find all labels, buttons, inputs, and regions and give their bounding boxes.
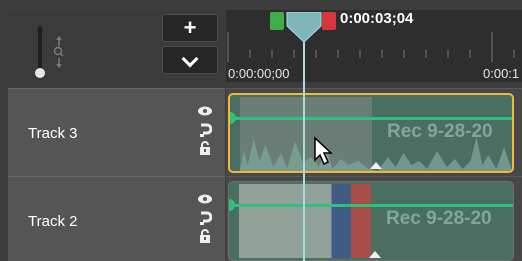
add-track-button[interactable]: + (162, 14, 218, 42)
selection-start-marker[interactable] (270, 12, 284, 30)
clip-label: Rec 9-28-20 (386, 208, 492, 229)
eye-icon[interactable] (194, 105, 216, 123)
clip-label: Rec 9-28-20 (387, 121, 493, 142)
volume-keyframe-handle[interactable] (230, 112, 236, 124)
timeline-header-controls: + (8, 10, 225, 80)
unlink-icon[interactable] (194, 211, 216, 229)
volume-keyframe-handle[interactable] (229, 199, 235, 211)
ruler-label-start: 0:00:00;00 (228, 66, 290, 81)
eye-icon[interactable] (194, 193, 216, 211)
track-controls (194, 193, 216, 247)
mouse-cursor-icon (314, 136, 333, 166)
track-lane-3[interactable]: Rec 9-28-20 (226, 88, 522, 176)
zoom-icon (52, 36, 66, 68)
collapse-tracks-button[interactable] (162, 46, 218, 74)
chevron-down-icon (181, 50, 199, 68)
audio-volume-line[interactable] (230, 117, 512, 120)
zoom-slider-handle[interactable] (35, 68, 45, 78)
clip-expand-handle[interactable] (370, 162, 382, 169)
lock-icon[interactable] (194, 229, 216, 247)
clip-expand-handle[interactable] (369, 251, 381, 258)
track-header-3[interactable]: Track 3 (8, 88, 225, 176)
playhead-line[interactable] (303, 30, 305, 261)
ruler-label-end: 0:00:1 (483, 66, 520, 81)
audio-volume-line[interactable] (229, 204, 513, 207)
track-header-2[interactable]: Track 2 (8, 176, 225, 261)
track-lane-2[interactable]: Rec 9-28-20 (226, 176, 522, 261)
timeline-zoom-slider[interactable] (35, 26, 45, 78)
selection-end-marker[interactable] (322, 12, 336, 30)
track-name[interactable]: Track 3 (28, 125, 77, 142)
unlink-icon[interactable] (194, 123, 216, 141)
timeline-panel: + 0:00:00;00 0:00:1 Track 3 Rec 9-28-20 … (0, 0, 522, 261)
plus-icon: + (183, 15, 197, 40)
track-name[interactable]: Track 2 (28, 213, 77, 230)
track-row-2: Track 2 Rec 9-28-20 (0, 176, 522, 261)
playhead-handle[interactable] (285, 12, 323, 42)
media-clip[interactable]: Rec 9-28-20 (228, 181, 514, 261)
clip-thumbnail (239, 184, 371, 258)
media-clip[interactable]: Rec 9-28-20 (228, 93, 514, 173)
playhead-timecode: 0:00:03;04 (340, 10, 414, 27)
track-controls (194, 105, 216, 159)
lock-icon[interactable] (194, 141, 216, 159)
track-row-3: Track 3 Rec 9-28-20 (0, 88, 522, 176)
